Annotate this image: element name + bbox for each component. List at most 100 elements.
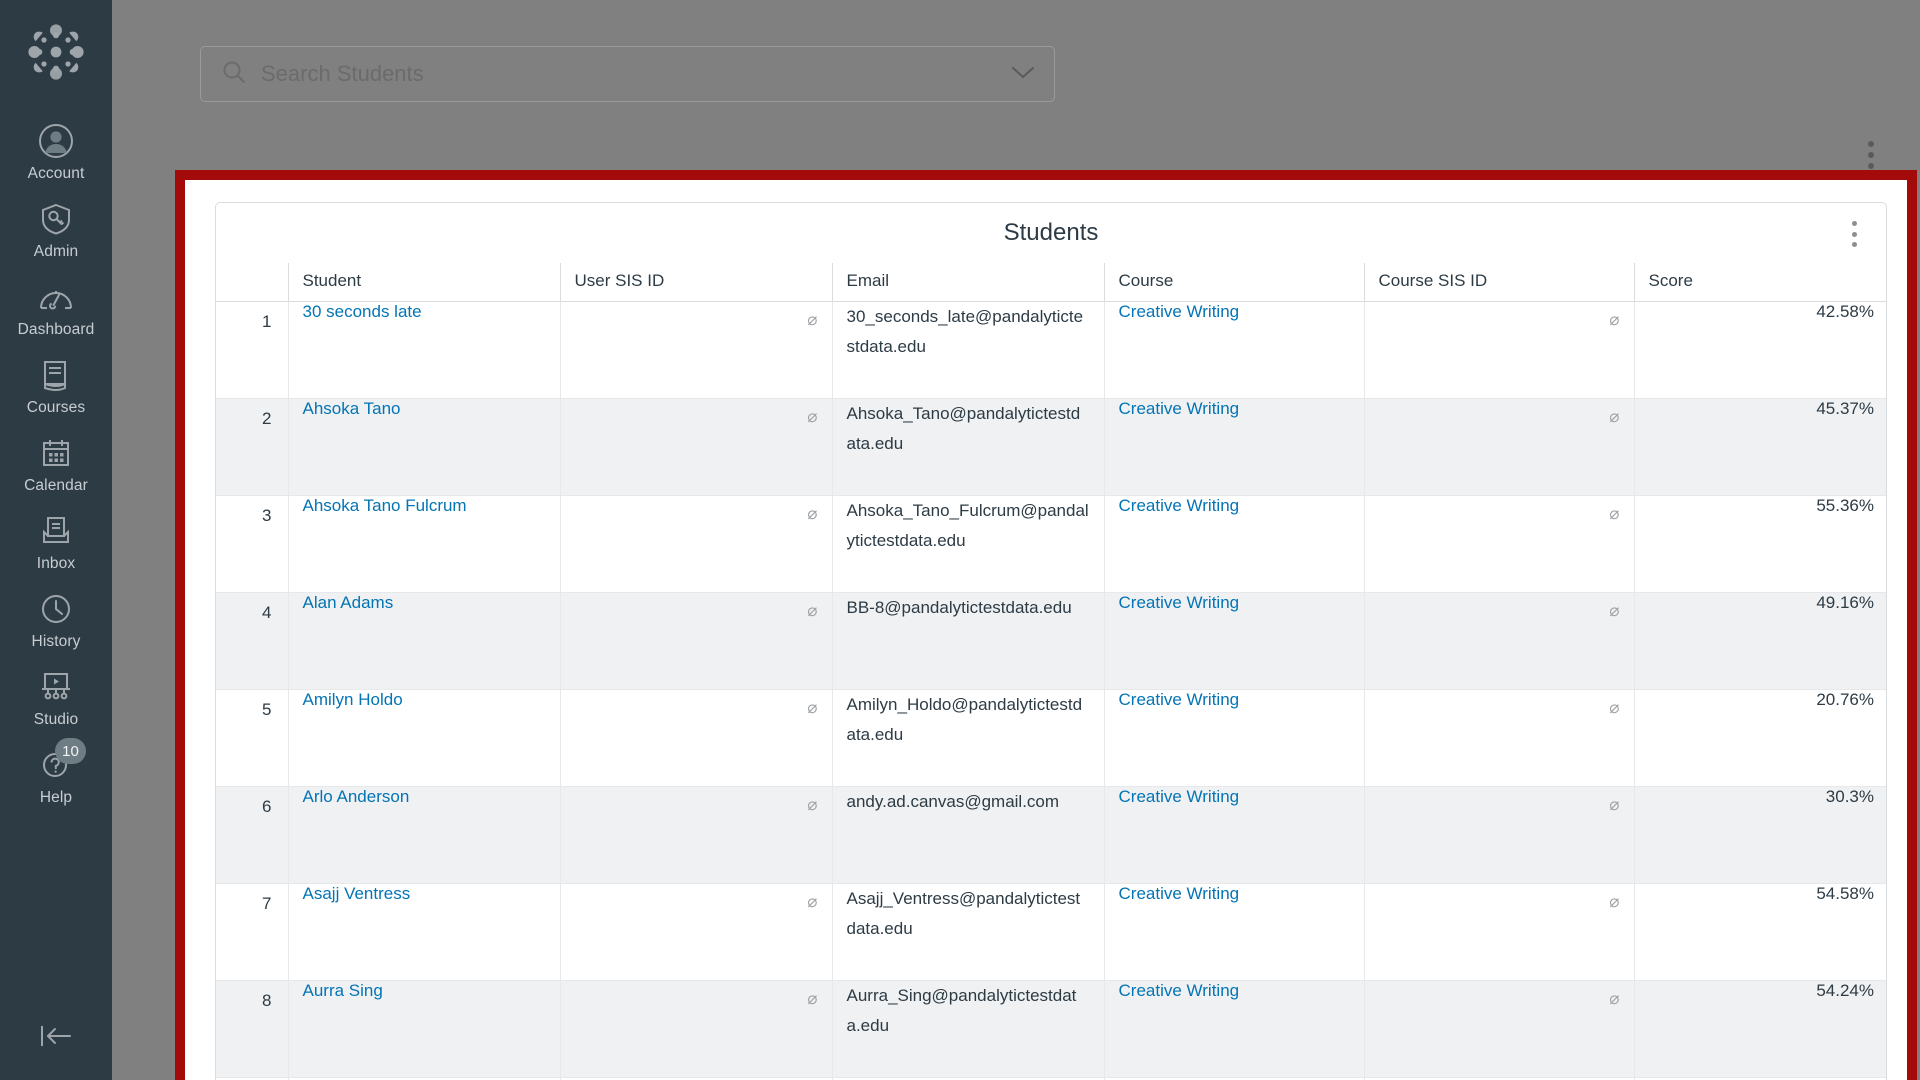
row-index: 4: [216, 592, 288, 690]
cell-course-sis-id: ⌀: [1363, 301, 1634, 399]
cell-course-sis-id: ⌀: [1363, 398, 1634, 496]
nav-item-courses[interactable]: Courses: [0, 346, 112, 424]
row-index: 2: [216, 398, 288, 496]
course-name-link[interactable]: Creative Writing: [1119, 302, 1240, 321]
cell-email: Asajj_Ventress@pandalytictestdata.edu: [831, 883, 1104, 981]
student-name-link[interactable]: Aurra Sing: [303, 981, 383, 1000]
student-search-box[interactable]: [200, 46, 1055, 102]
students-table-body: 1 30 seconds late ⌀ 30_seconds_late@pandaly…: [216, 301, 1886, 1080]
table-row: 3 Ahsoka Tano Fulcrum ⌀ Ahsoka_Tano_Fulcrum…: [216, 495, 1886, 593]
cell-student: 30 seconds late: [287, 301, 560, 399]
studio-screen-icon: [36, 667, 76, 707]
student-name-link[interactable]: Ahsoka Tano Fulcrum: [303, 496, 467, 515]
cell-student: Aurra Sing: [287, 980, 560, 1078]
cell-score: 49.16%: [1633, 592, 1886, 690]
student-name-link[interactable]: Alan Adams: [303, 593, 394, 612]
chevron-down-icon[interactable]: [1010, 64, 1036, 85]
table-row: 2 Ahsoka Tano ⌀ Ahsoka_Tano@pandalytictestd…: [216, 398, 1886, 496]
nav-label-history: History: [31, 633, 81, 650]
column-header-score[interactable]: Score: [1633, 263, 1886, 302]
canvas-logo[interactable]: [26, 22, 86, 82]
student-name-link[interactable]: Asajj Ventress: [303, 884, 411, 903]
help-badge: 10: [55, 738, 86, 764]
cell-score: 55.36%: [1633, 495, 1886, 593]
cell-user-sis-id: ⌀: [559, 689, 832, 787]
column-header-student[interactable]: Student: [287, 263, 560, 302]
nav-label-account: Account: [27, 165, 85, 182]
table-row: 5 Amilyn Holdo ⌀ Amilyn_Holdo@pandalytictes…: [216, 689, 1886, 787]
cell-user-sis-id: ⌀: [559, 786, 832, 884]
column-header-user-sis-id[interactable]: User SIS ID: [559, 263, 832, 302]
row-index: 5: [216, 689, 288, 787]
table-row: 8 Aurra Sing ⌀ Aurra_Sing@pandalytictestdat…: [216, 980, 1886, 1078]
student-name-link[interactable]: Ahsoka Tano: [303, 399, 401, 418]
empty-value-icon: ⌀: [1609, 407, 1620, 426]
nav-item-dashboard[interactable]: Dashboard: [0, 268, 112, 346]
empty-value-icon: ⌀: [1609, 310, 1620, 329]
cell-email: BB-8@pandalytictestdata.edu: [831, 592, 1104, 690]
empty-value-icon: ⌀: [807, 795, 818, 814]
table-row: 4 Alan Adams ⌀ BB-8@pandalytictestdata.edu C…: [216, 592, 1886, 690]
column-header-index[interactable]: [216, 263, 288, 302]
nav-item-studio[interactable]: Studio: [0, 658, 112, 736]
card-options-kebab-menu-icon[interactable]: [1842, 219, 1866, 249]
cell-course: Creative Writing: [1103, 980, 1364, 1078]
table-row: 7 Asajj Ventress ⌀ Asajj_Ventress@pandalyti…: [216, 883, 1886, 981]
student-name-link[interactable]: Arlo Anderson: [303, 787, 410, 806]
user-avatar-icon: [36, 121, 76, 161]
question-bubble-icon: 10: [36, 738, 86, 785]
course-name-link[interactable]: Creative Writing: [1119, 884, 1240, 903]
cell-student: Alan Adams: [287, 592, 560, 690]
nav-item-inbox[interactable]: Inbox: [0, 502, 112, 580]
course-name-link[interactable]: Creative Writing: [1119, 981, 1240, 1000]
page-options-kebab-menu-icon[interactable]: [1858, 138, 1884, 172]
book-icon: [36, 355, 76, 395]
students-card-header: Students: [216, 203, 1886, 263]
student-name-link[interactable]: Amilyn Holdo: [303, 690, 403, 709]
nav-item-help[interactable]: 10 Help: [0, 736, 112, 814]
nav-item-history[interactable]: History: [0, 580, 112, 658]
nav-item-admin[interactable]: Admin: [0, 190, 112, 268]
empty-value-icon: ⌀: [807, 989, 818, 1008]
cell-course: Creative Writing: [1103, 592, 1364, 690]
empty-value-icon: ⌀: [807, 407, 818, 426]
cell-email: Amilyn_Holdo@pandalytictestdata.edu: [831, 689, 1104, 787]
course-name-link[interactable]: Creative Writing: [1119, 399, 1240, 418]
cell-email: Aurra_Sing@pandalytictestdata.edu: [831, 980, 1104, 1078]
page-title: Students: [1003, 219, 1099, 246]
nav-label-calendar: Calendar: [24, 477, 88, 494]
nav-label-courses: Courses: [26, 399, 86, 416]
empty-value-icon: ⌀: [807, 698, 818, 717]
table-row: 6 Arlo Anderson ⌀ andy.ad.canvas@gmail.com C…: [216, 786, 1886, 884]
speedometer-icon: [36, 277, 76, 317]
column-header-email[interactable]: Email: [831, 263, 1104, 302]
empty-value-icon: ⌀: [807, 601, 818, 620]
collapse-left-arrow-icon[interactable]: [0, 1022, 112, 1050]
nav-item-account[interactable]: Account: [0, 112, 112, 190]
column-header-course[interactable]: Course: [1103, 263, 1364, 302]
empty-value-icon: ⌀: [807, 310, 818, 329]
course-name-link[interactable]: Creative Writing: [1119, 496, 1240, 515]
highlight-frame: Students Student User SIS ID Email Cours…: [175, 170, 1917, 1080]
calendar-icon: [36, 433, 76, 473]
global-navigation: Account Admin Dashboard Courses Calendar…: [0, 0, 112, 1080]
cell-student: Ahsoka Tano: [287, 398, 560, 496]
student-name-link[interactable]: 30 seconds late: [303, 302, 422, 321]
cell-user-sis-id: ⌀: [559, 301, 832, 399]
row-index: 3: [216, 495, 288, 593]
cell-course: Creative Writing: [1103, 495, 1364, 593]
table-header-row: Student User SIS ID Email Course Course …: [216, 263, 1886, 302]
search-input[interactable]: [261, 61, 1010, 87]
course-name-link[interactable]: Creative Writing: [1119, 593, 1240, 612]
column-header-course-sis-id[interactable]: Course SIS ID: [1363, 263, 1634, 302]
cell-student: Arlo Anderson: [287, 786, 560, 884]
empty-value-icon: ⌀: [1609, 698, 1620, 717]
course-name-link[interactable]: Creative Writing: [1119, 787, 1240, 806]
nav-item-calendar[interactable]: Calendar: [0, 424, 112, 502]
course-name-link[interactable]: Creative Writing: [1119, 690, 1240, 709]
nav-label-inbox: Inbox: [36, 555, 76, 572]
row-index: 8: [216, 980, 288, 1078]
cell-course: Creative Writing: [1103, 398, 1364, 496]
empty-value-icon: ⌀: [1609, 989, 1620, 1008]
cell-email: Ahsoka_Tano_Fulcrum@pandalytictestdata.e…: [831, 495, 1104, 593]
